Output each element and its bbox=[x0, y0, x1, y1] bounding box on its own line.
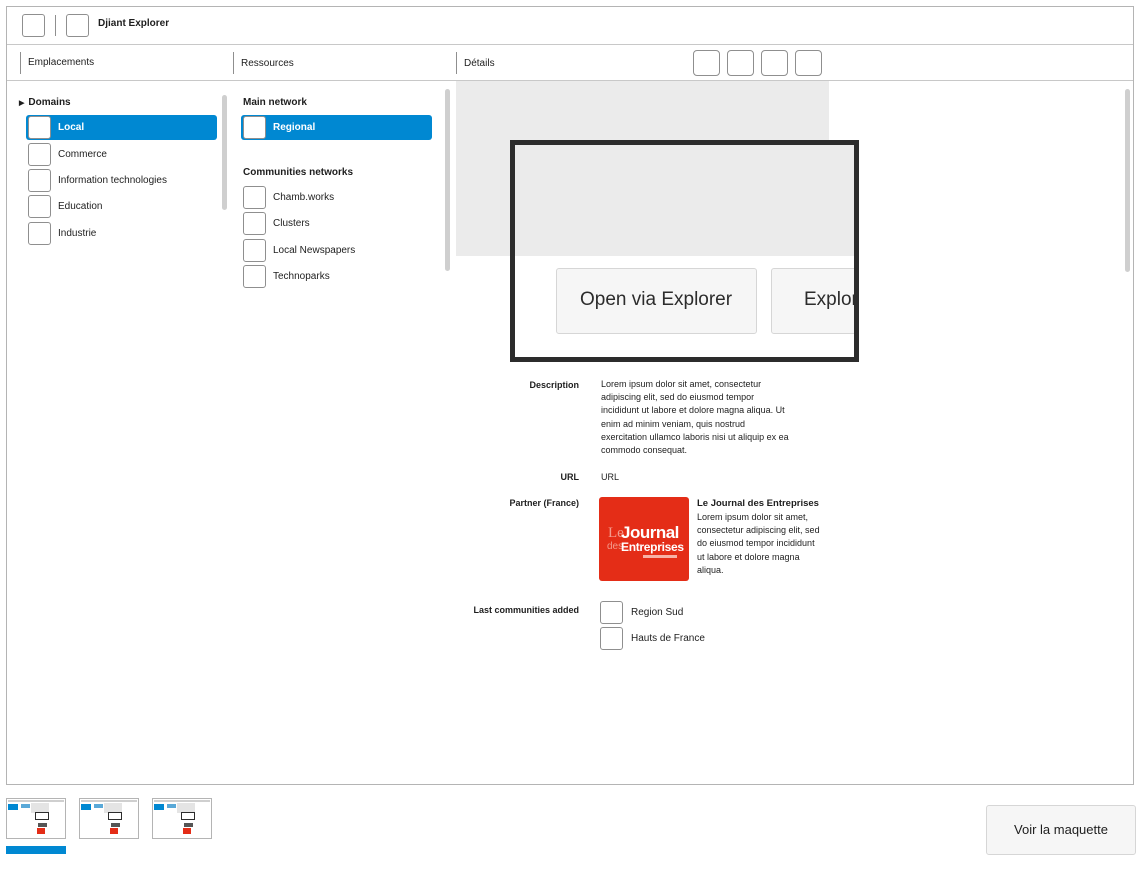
explorer-button[interactable]: Explor bbox=[771, 268, 854, 334]
partner-description: Lorem ipsum dolor sit amet, consectetur … bbox=[697, 511, 837, 577]
url-value[interactable]: URL bbox=[601, 471, 619, 484]
location-icon bbox=[28, 222, 51, 245]
partner-label: Partner (France) bbox=[509, 498, 579, 508]
last-community-region-sud[interactable]: Region Sud bbox=[599, 600, 719, 625]
resource-item-chamb-works[interactable]: Chamb.works bbox=[241, 185, 432, 210]
location-item-local[interactable]: Local bbox=[26, 115, 217, 140]
menu-icon[interactable] bbox=[22, 14, 45, 37]
community-icon bbox=[600, 601, 623, 624]
description-line: adipiscing elit, sed do eiusmod tempor bbox=[601, 392, 755, 403]
partner-line: do eiusmod tempor incididunt bbox=[697, 538, 815, 549]
communities-heading: Communities networks bbox=[243, 167, 354, 178]
partner-line: aliqua. bbox=[697, 564, 724, 575]
description-label: Description bbox=[529, 380, 579, 390]
location-label: Industrie bbox=[58, 228, 97, 239]
community-label: Hauts de France bbox=[631, 633, 705, 644]
resource-label: Regional bbox=[273, 122, 316, 133]
caret-right-icon: ▶ bbox=[19, 100, 25, 107]
location-label: Local bbox=[58, 122, 85, 133]
thumbnail-3[interactable] bbox=[152, 798, 212, 839]
resource-label: Chamb.works bbox=[273, 192, 335, 203]
open-via-explorer-button[interactable]: Open via Explorer bbox=[556, 268, 757, 334]
resource-icon bbox=[243, 265, 266, 288]
app-title: Djiant Explorer bbox=[98, 18, 170, 29]
toolbar-divider bbox=[55, 15, 56, 36]
resource-item-clusters[interactable]: Clusters bbox=[241, 211, 432, 236]
resource-item-regional[interactable]: Regional bbox=[241, 115, 432, 140]
view-mockup-button[interactable]: Voir la maquette bbox=[986, 805, 1136, 855]
toolbar-button-1[interactable] bbox=[693, 50, 720, 76]
last-community-hauts-de-france[interactable]: Hauts de France bbox=[599, 626, 719, 651]
resource-label: Clusters bbox=[273, 218, 310, 229]
resource-label: Technoparks bbox=[273, 271, 330, 282]
resource-item-local-newspapers[interactable]: Local Newspapers bbox=[241, 238, 432, 263]
highlight-frame: Open via Explorer Explor bbox=[510, 140, 859, 362]
location-item-information-technologies[interactable]: Information technologies bbox=[26, 168, 217, 193]
active-thumbnail-indicator bbox=[6, 846, 66, 854]
column-divider bbox=[456, 52, 457, 74]
description-line: Lorem ipsum dolor sit amet, consectetur bbox=[601, 379, 762, 389]
domains-label: Domains bbox=[28, 97, 71, 108]
location-label: Information technologies bbox=[58, 175, 167, 186]
location-icon bbox=[28, 143, 51, 166]
frame-image-placeholder bbox=[515, 145, 854, 256]
location-label: Education bbox=[58, 201, 103, 212]
resource-icon bbox=[243, 212, 266, 235]
thumbnail-2[interactable] bbox=[79, 798, 139, 839]
toolbar-button-4[interactable] bbox=[795, 50, 822, 76]
resource-icon bbox=[243, 116, 266, 139]
description-line: commodo consequat. bbox=[601, 445, 688, 456]
toolbar-button-3[interactable] bbox=[761, 50, 788, 76]
main-network-heading: Main network bbox=[243, 97, 307, 108]
community-icon bbox=[600, 627, 623, 650]
partner-logo[interactable]: Le Journal des Entreprises bbox=[599, 497, 689, 581]
column-divider bbox=[20, 52, 21, 74]
column-headers: Emplacements Ressources Détails bbox=[7, 46, 1133, 81]
description-line: exercitation ullamco laboris nisi ut ali… bbox=[601, 431, 789, 442]
app-icon[interactable] bbox=[66, 14, 89, 37]
column-header-details: Détails bbox=[464, 58, 495, 69]
locations-scrollbar[interactable] bbox=[222, 95, 227, 210]
description-line: incididunt ut labore et dolore magna ali… bbox=[601, 405, 785, 416]
partner-line: Lorem ipsum dolor sit amet, bbox=[697, 512, 809, 522]
location-item-education[interactable]: Education bbox=[26, 194, 217, 219]
partner-line: consectetur adipiscing elit, sed bbox=[697, 525, 820, 536]
location-icon bbox=[28, 195, 51, 218]
description-line: enim ad minim veniam, quis nostrud bbox=[601, 418, 746, 429]
url-label: URL bbox=[560, 472, 580, 482]
column-divider bbox=[233, 52, 234, 74]
community-label: Region Sud bbox=[631, 607, 684, 618]
location-icon bbox=[28, 116, 51, 139]
location-label: Commerce bbox=[58, 149, 107, 160]
resource-item-technoparks[interactable]: Technoparks bbox=[241, 264, 432, 289]
column-header-resources: Ressources bbox=[241, 58, 294, 69]
column-header-locations: Emplacements bbox=[28, 57, 95, 68]
location-item-commerce[interactable]: Commerce bbox=[26, 142, 217, 167]
title-bar: Djiant Explorer bbox=[7, 7, 1133, 45]
partner-line: ut labore et dolore magna bbox=[697, 551, 800, 562]
location-icon bbox=[28, 169, 51, 192]
details-scrollbar[interactable] bbox=[1125, 89, 1130, 272]
app-window: Djiant Explorer Emplacements Ressources … bbox=[6, 6, 1134, 785]
logo-bar bbox=[643, 555, 677, 558]
description-text: Lorem ipsum dolor sit amet, consectetur … bbox=[601, 378, 831, 457]
resources-scrollbar[interactable] bbox=[445, 89, 450, 271]
location-item-industrie[interactable]: Industrie bbox=[26, 221, 217, 246]
resource-icon bbox=[243, 239, 266, 262]
last-communities-label: Last communities added bbox=[473, 605, 579, 615]
thumbnail-1[interactable] bbox=[6, 798, 66, 839]
resource-label: Local Newspapers bbox=[273, 245, 356, 256]
domains-group[interactable]: ▶ Domains bbox=[19, 97, 71, 108]
partner-name: Le Journal des Entreprises bbox=[697, 498, 819, 509]
toolbar-button-2[interactable] bbox=[727, 50, 754, 76]
resource-icon bbox=[243, 186, 266, 209]
